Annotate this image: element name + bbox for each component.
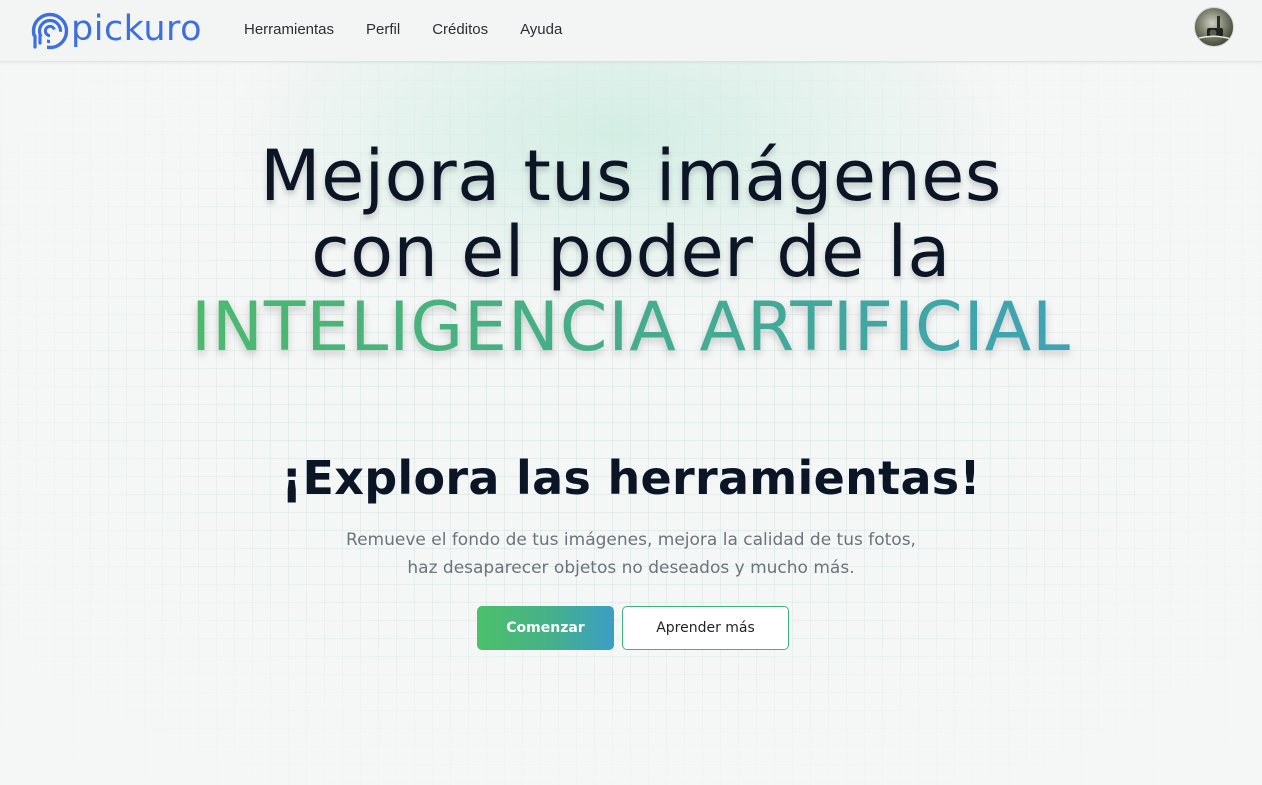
aprender-mas-button[interactable]: Aprender más [622, 606, 789, 650]
hero-headline: Mejora tus imágenes con el poder de la I… [0, 138, 1262, 366]
brand-name: pickuro [71, 9, 203, 49]
page: pickuro Herramientas Perfil Créditos Ayu… [0, 0, 1262, 785]
hero-title-line-2: con el poder de la [311, 211, 951, 293]
comenzar-button[interactable]: Comenzar [477, 606, 614, 650]
user-avatar[interactable] [1194, 7, 1234, 47]
nav-item-ayuda[interactable]: Ayuda [520, 20, 562, 40]
concentric-arc-logo-icon [31, 12, 69, 50]
nav-item-herramientas[interactable]: Herramientas [244, 20, 334, 40]
hero-title-highlight: INTELIGENCIA ARTIFICIAL [0, 290, 1262, 366]
hero-title-line-1: Mejora tus imágenes [260, 135, 1002, 217]
nav-item-perfil[interactable]: Perfil [366, 20, 400, 40]
nav-item-creditos[interactable]: Créditos [432, 20, 488, 40]
user-avatar-photo [1198, 16, 1232, 40]
brand-logo-link[interactable]: pickuro [31, 9, 203, 51]
top-navbar: pickuro Herramientas Perfil Créditos Ayu… [0, 0, 1262, 62]
hero-subtitle: ¡Explora las herramientas! [281, 451, 981, 505]
hero-description: Remueve el fondo de tus imágenes, mejora… [346, 530, 916, 578]
main-nav: Herramientas Perfil Créditos Ayuda [244, 20, 594, 40]
